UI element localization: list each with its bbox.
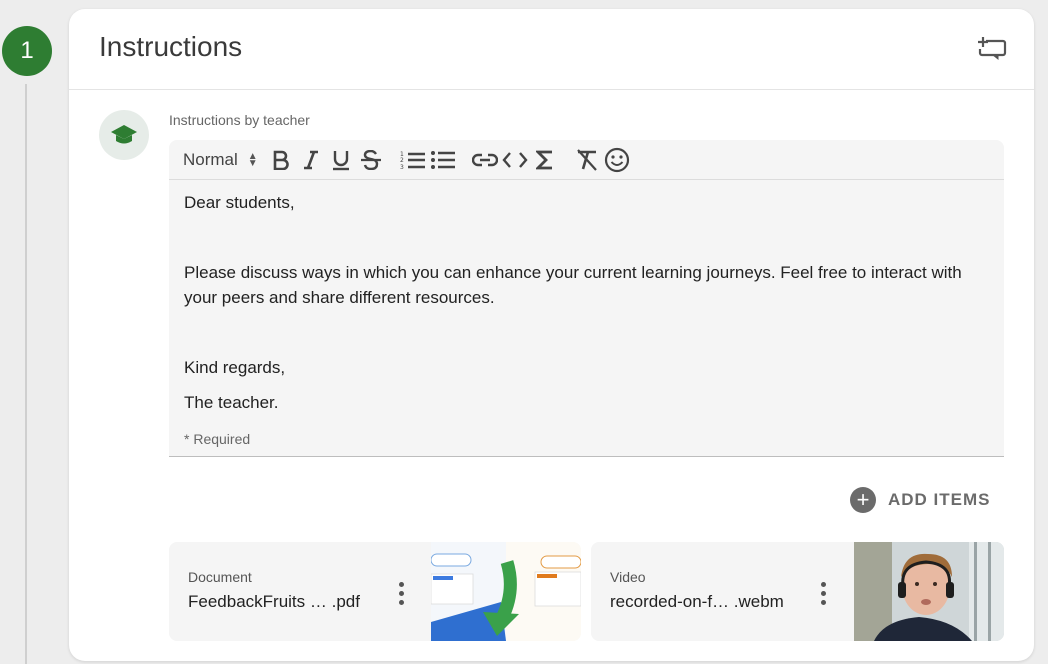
step-rail [25, 84, 27, 664]
step-number-badge: 1 [2, 26, 52, 76]
bullet-list-button[interactable] [428, 145, 458, 175]
add-items-label: ADD ITEMS [888, 490, 991, 509]
graduation-cap-icon [111, 125, 137, 144]
select-arrows-icon: ▲ ▼ [247, 150, 258, 169]
attachment-name: recorded-on-f… .webm [610, 592, 784, 611]
emoji-button[interactable] [602, 145, 632, 175]
underline-button[interactable] [326, 145, 356, 175]
editor-toolbar: Normal ▲ ▼ 123 [169, 140, 1004, 180]
formula-button[interactable] [530, 145, 560, 175]
add-section-icon[interactable] [978, 35, 1008, 61]
code-button[interactable] [500, 145, 530, 175]
more-vert-icon[interactable] [391, 580, 411, 606]
pdf-preview-thumbnail [431, 542, 581, 641]
teacher-avatar [99, 110, 149, 160]
italic-button[interactable] [296, 145, 326, 175]
attachment-kind: Video [610, 569, 646, 585]
paragraph-signature: The teacher. [184, 393, 279, 412]
format-select-value: Normal [183, 149, 238, 169]
text-format-select[interactable]: Normal ▲ ▼ [183, 150, 258, 170]
rich-text-editor[interactable]: Normal ▲ ▼ 123 Dear students, Please dis… [169, 140, 1004, 457]
card-header: Instructions [69, 9, 1034, 90]
link-button[interactable] [470, 145, 500, 175]
video-preview-thumbnail [854, 542, 1004, 641]
plus-circle-icon: + [850, 487, 876, 513]
attachment-kind: Document [188, 569, 252, 585]
instructions-card: Instructions Instructions by teacher Nor… [69, 9, 1034, 661]
attachment-document[interactable]: Document FeedbackFruits … .pdf [169, 542, 581, 641]
add-items-button[interactable]: + ADD ITEMS [850, 487, 991, 513]
bold-button[interactable] [266, 145, 296, 175]
card-title: Instructions [99, 31, 243, 62]
more-vert-icon[interactable] [813, 580, 833, 606]
paragraph-greeting: Dear students, [184, 193, 295, 212]
strikethrough-button[interactable] [356, 145, 386, 175]
required-note: * Required [184, 431, 251, 447]
paragraph-closing: Kind regards, [184, 358, 286, 377]
paragraph-body: Please discuss ways in which you can enh… [184, 263, 962, 307]
editor-content[interactable]: Dear students, Please discuss ways in wh… [169, 180, 1004, 412]
svg-text:2: 2 [400, 157, 404, 164]
ordered-list-button[interactable]: 123 [398, 145, 428, 175]
attachment-name: FeedbackFruits … .pdf [188, 592, 360, 611]
clear-format-button[interactable] [572, 145, 602, 175]
svg-text:3: 3 [400, 164, 404, 170]
instructions-by-label: Instructions by teacher [169, 112, 310, 128]
attachment-video[interactable]: Video recorded-on-f… .webm [591, 542, 1004, 641]
